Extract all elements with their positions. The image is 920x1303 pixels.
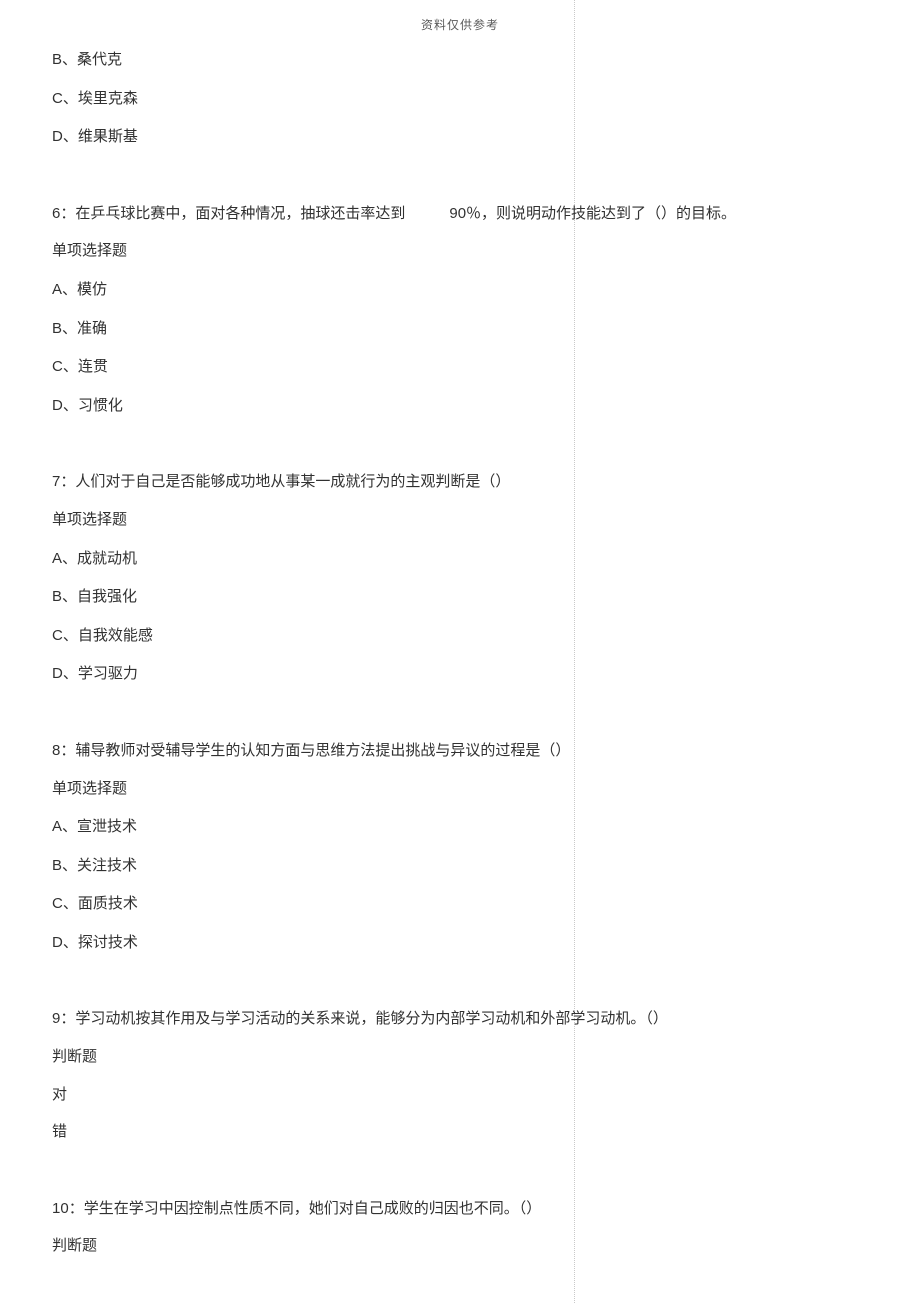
q7-stem: 7：人们对于自己是否能够成功地从事某一成就行为的主观判断是（） xyxy=(52,474,868,490)
q5-option-b: B、桑代克 xyxy=(52,52,868,68)
q6-option-c: C、连贯 xyxy=(52,359,868,375)
q8-stem: 8：辅导教师对受辅导学生的认知方面与思维方法提出挑战与异议的过程是（） xyxy=(52,743,868,759)
q6-option-d: D、习惯化 xyxy=(52,398,868,414)
q8-type: 单项选择题 xyxy=(52,782,868,797)
page-header: 资料仅供参考 xyxy=(0,16,920,33)
q7-option-a: A、成就动机 xyxy=(52,551,868,567)
q6-stem: 6：在乒乓球比赛中，面对各种情况，抽球还击率达到90％，则说明动作技能达到了（）… xyxy=(52,206,868,222)
q10-type: 判断题 xyxy=(52,1239,868,1254)
q8-option-d: D、探讨技术 xyxy=(52,935,868,951)
q9-false: 错 xyxy=(52,1125,868,1140)
page: 资料仅供参考 B、桑代克 C、埃里克森 D、维果斯基 6：在乒乓球比赛中，面对各… xyxy=(0,0,920,1303)
q7-option-d: D、学习驱力 xyxy=(52,666,868,682)
q6-option-b: B、准确 xyxy=(52,321,868,337)
q6-option-a: A、模仿 xyxy=(52,282,868,298)
q7-type: 单项选择题 xyxy=(52,513,868,528)
q6-type: 单项选择题 xyxy=(52,244,868,259)
q7-option-b: B、自我强化 xyxy=(52,589,868,605)
q9-stem: 9：学习动机按其作用及与学习活动的关系来说，能够分为内部学习动机和外部学习动机。… xyxy=(52,1011,868,1027)
q8-option-b: B、关注技术 xyxy=(52,858,868,874)
q10-stem: 10：学生在学习中因控制点性质不同，她们对自己成败的归因也不同。（） xyxy=(52,1201,868,1217)
content-area: B、桑代克 C、埃里克森 D、维果斯基 6：在乒乓球比赛中，面对各种情况，抽球还… xyxy=(52,52,868,1254)
q7-option-c: C、自我效能感 xyxy=(52,628,868,644)
q5-option-c: C、埃里克森 xyxy=(52,91,868,107)
q8-option-c: C、面质技术 xyxy=(52,896,868,912)
q9-type: 判断题 xyxy=(52,1050,868,1065)
q9-true: 对 xyxy=(52,1088,868,1103)
q8-option-a: A、宣泄技术 xyxy=(52,819,868,835)
q5-option-d: D、维果斯基 xyxy=(52,129,868,145)
